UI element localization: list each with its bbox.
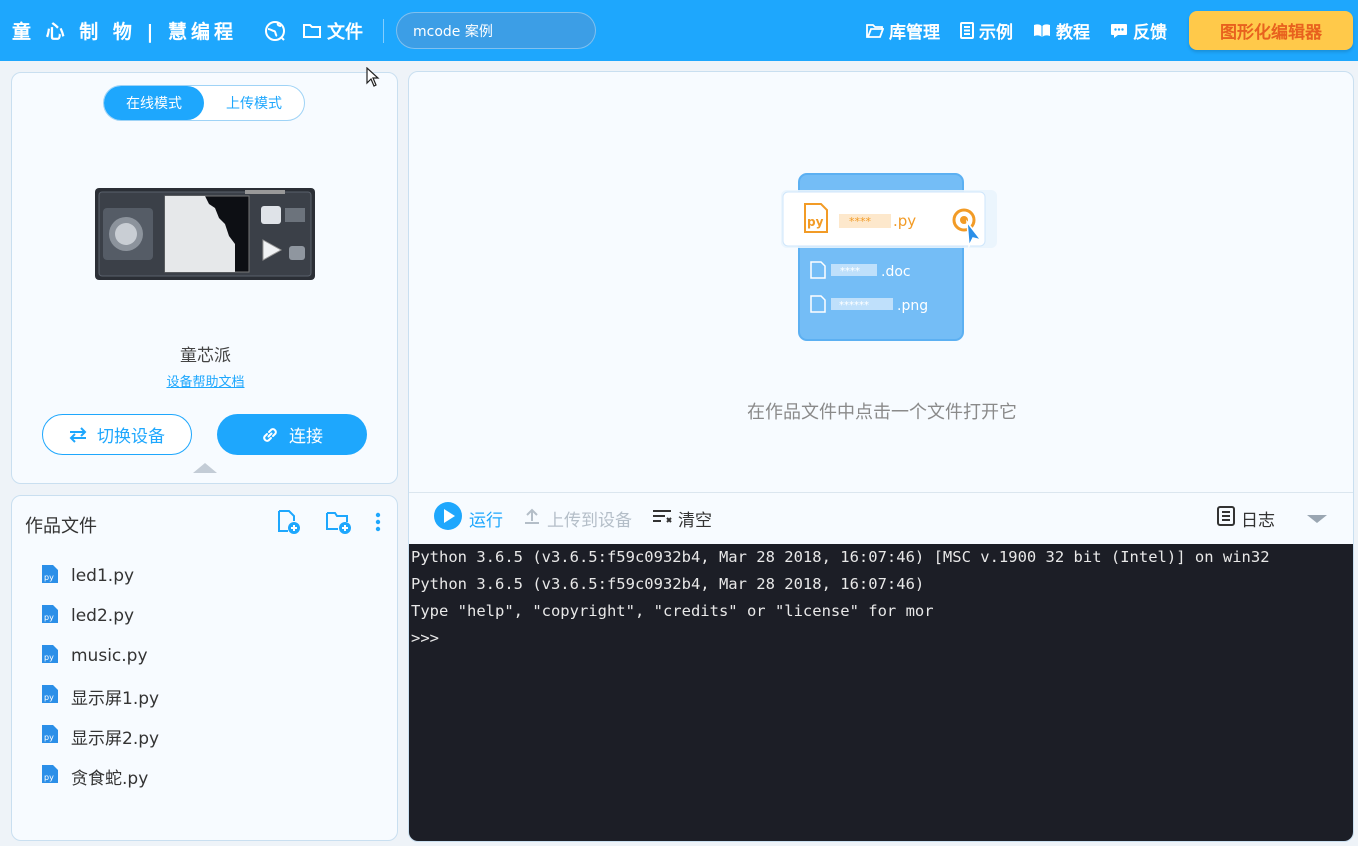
- clear-button[interactable]: 清空: [652, 506, 712, 531]
- device-panel: 在线模式 上传模式 童芯派 设备帮助文档 切换设备 连接: [11, 72, 398, 484]
- brand-title: 童 心 制 物 | 慧编程: [12, 21, 238, 43]
- switch-device-label: 切换设备: [97, 427, 165, 447]
- python-file-icon: py: [41, 604, 59, 629]
- search-input[interactable]: [413, 22, 580, 39]
- terminal-line: Python 3.6.5 (v3.6.5:f59c0932b4, Mar 28 …: [411, 575, 925, 593]
- nav-library[interactable]: 库管理: [866, 18, 940, 43]
- divider: [383, 18, 385, 43]
- run-button[interactable]: 运行: [433, 501, 503, 536]
- nav-right: 库管理 示例 教程 反馈 图形化编辑器: [866, 11, 1358, 50]
- device-help-link[interactable]: 设备帮助文档: [12, 371, 399, 390]
- file-name: 显示屏1.py: [71, 688, 160, 709]
- svg-text:py: py: [44, 733, 54, 742]
- python-file-icon: py: [41, 764, 59, 789]
- console-toolbar: 运行 上传到设备 清空 日志: [409, 492, 1353, 544]
- svg-text:py: py: [44, 773, 54, 782]
- svg-text:py: py: [44, 653, 54, 662]
- nav-feedback[interactable]: 反馈: [1110, 18, 1167, 43]
- folder-open-icon: [866, 23, 884, 38]
- file-name: led2.py: [71, 606, 135, 626]
- nav-examples-label: 示例: [979, 23, 1013, 43]
- more-vertical-icon[interactable]: [375, 512, 381, 532]
- nav-feedback-label: 反馈: [1133, 23, 1167, 43]
- terminal-line: Python 3.6.5 (v3.6.5:f59c0932b4, Mar 28 …: [411, 548, 1270, 566]
- svg-text:py: py: [44, 613, 54, 622]
- nav-library-label: 库管理: [889, 23, 940, 43]
- illus-png-mask: ******: [839, 300, 869, 311]
- log-doc-icon: [1217, 506, 1235, 531]
- python-file-icon: py: [41, 644, 59, 669]
- folder-icon: [303, 23, 322, 38]
- connect-button[interactable]: 连接: [217, 414, 367, 455]
- editor-panel: py **** .py **** .doc ****** .png 在作品文件中…: [408, 71, 1354, 842]
- new-folder-icon[interactable]: [325, 508, 353, 536]
- file-item[interactable]: py music.py: [41, 636, 159, 676]
- upload-icon: [523, 507, 541, 530]
- new-file-icon[interactable]: [275, 508, 303, 536]
- upload-to-device-button[interactable]: 上传到设备: [523, 506, 632, 531]
- files-title: 作品文件: [25, 516, 97, 537]
- terminal-output[interactable]: Python 3.6.5 (v3.6.5:f59c0932b4, Mar 28 …: [409, 544, 1353, 841]
- file-item[interactable]: py 贪食蛇.py: [41, 756, 159, 796]
- files-panel: 作品文件 py led1.py py led2.py py music.py p…: [11, 495, 398, 841]
- chat-icon: [1110, 23, 1128, 39]
- file-list: py led1.py py led2.py py music.py py 显示屏…: [41, 556, 159, 796]
- terminal-line: Type "help", "copyright", "credits" or "…: [411, 602, 934, 620]
- list-doc-icon: [960, 22, 974, 39]
- mode-upload-tab[interactable]: 上传模式: [204, 86, 304, 120]
- svg-text:py: py: [807, 215, 824, 229]
- file-name: music.py: [71, 646, 148, 666]
- svg-text:py: py: [44, 693, 54, 702]
- globe-language-icon[interactable]: [263, 19, 287, 43]
- illus-py-ext: .py: [893, 212, 916, 230]
- file-name: 显示屏2.py: [71, 728, 160, 749]
- device-name: 童芯派: [180, 346, 231, 366]
- clear-lines-icon: [652, 508, 672, 529]
- python-file-icon: py: [41, 724, 59, 749]
- terminal-prompt: >>>: [411, 629, 439, 647]
- svg-text:py: py: [44, 573, 54, 582]
- book-icon: [1033, 23, 1051, 38]
- file-item[interactable]: py led2.py: [41, 596, 159, 636]
- file-menu-label: 文件: [327, 21, 364, 43]
- nav-tutorial[interactable]: 教程: [1033, 18, 1090, 43]
- console-collapse-caret-icon[interactable]: [1307, 514, 1327, 523]
- link-icon: [261, 426, 279, 444]
- illus-py-mask: ****: [849, 215, 872, 228]
- top-bar: 童 心 制 物 | 慧编程 文件 库管理 示例 教程: [0, 0, 1358, 61]
- empty-hint: 在作品文件中点击一个文件打开它: [747, 402, 1017, 423]
- log-label: 日志: [1241, 511, 1275, 531]
- empty-files-illustration: py **** .py **** .doc ****** .png: [781, 173, 997, 341]
- swap-arrows-icon: [69, 426, 87, 443]
- file-item[interactable]: py 显示屏1.py: [41, 676, 159, 716]
- mode-online-tab[interactable]: 在线模式: [104, 86, 204, 120]
- nav-tutorial-label: 教程: [1056, 23, 1090, 43]
- connect-label: 连接: [289, 427, 323, 447]
- log-button[interactable]: 日志: [1217, 506, 1275, 531]
- clear-label: 清空: [678, 511, 712, 531]
- file-item[interactable]: py led1.py: [41, 556, 159, 596]
- device-board-image: [95, 188, 315, 280]
- illus-doc-mask: ****: [840, 266, 860, 277]
- illus-png-ext: .png: [897, 298, 928, 314]
- collapse-caret-icon[interactable]: [193, 463, 217, 473]
- python-file-icon: py: [41, 564, 59, 589]
- file-name: led1.py: [71, 566, 135, 586]
- file-item[interactable]: py 显示屏2.py: [41, 716, 159, 756]
- search-box[interactable]: [396, 12, 597, 49]
- file-name: 贪食蛇.py: [71, 768, 149, 789]
- python-file-icon: py: [41, 684, 59, 709]
- switch-device-button[interactable]: 切换设备: [42, 414, 192, 455]
- run-label: 运行: [469, 511, 503, 531]
- files-actions: [275, 508, 381, 536]
- upload-label: 上传到设备: [547, 511, 632, 531]
- mouse-cursor-icon: [366, 67, 380, 87]
- nav-examples[interactable]: 示例: [960, 18, 1013, 43]
- file-menu[interactable]: 文件: [303, 18, 363, 44]
- graphic-editor-button[interactable]: 图形化编辑器: [1189, 11, 1353, 50]
- illus-doc-ext: .doc: [881, 264, 911, 280]
- play-icon: [433, 501, 463, 536]
- mode-toggle: 在线模式 上传模式: [103, 85, 305, 121]
